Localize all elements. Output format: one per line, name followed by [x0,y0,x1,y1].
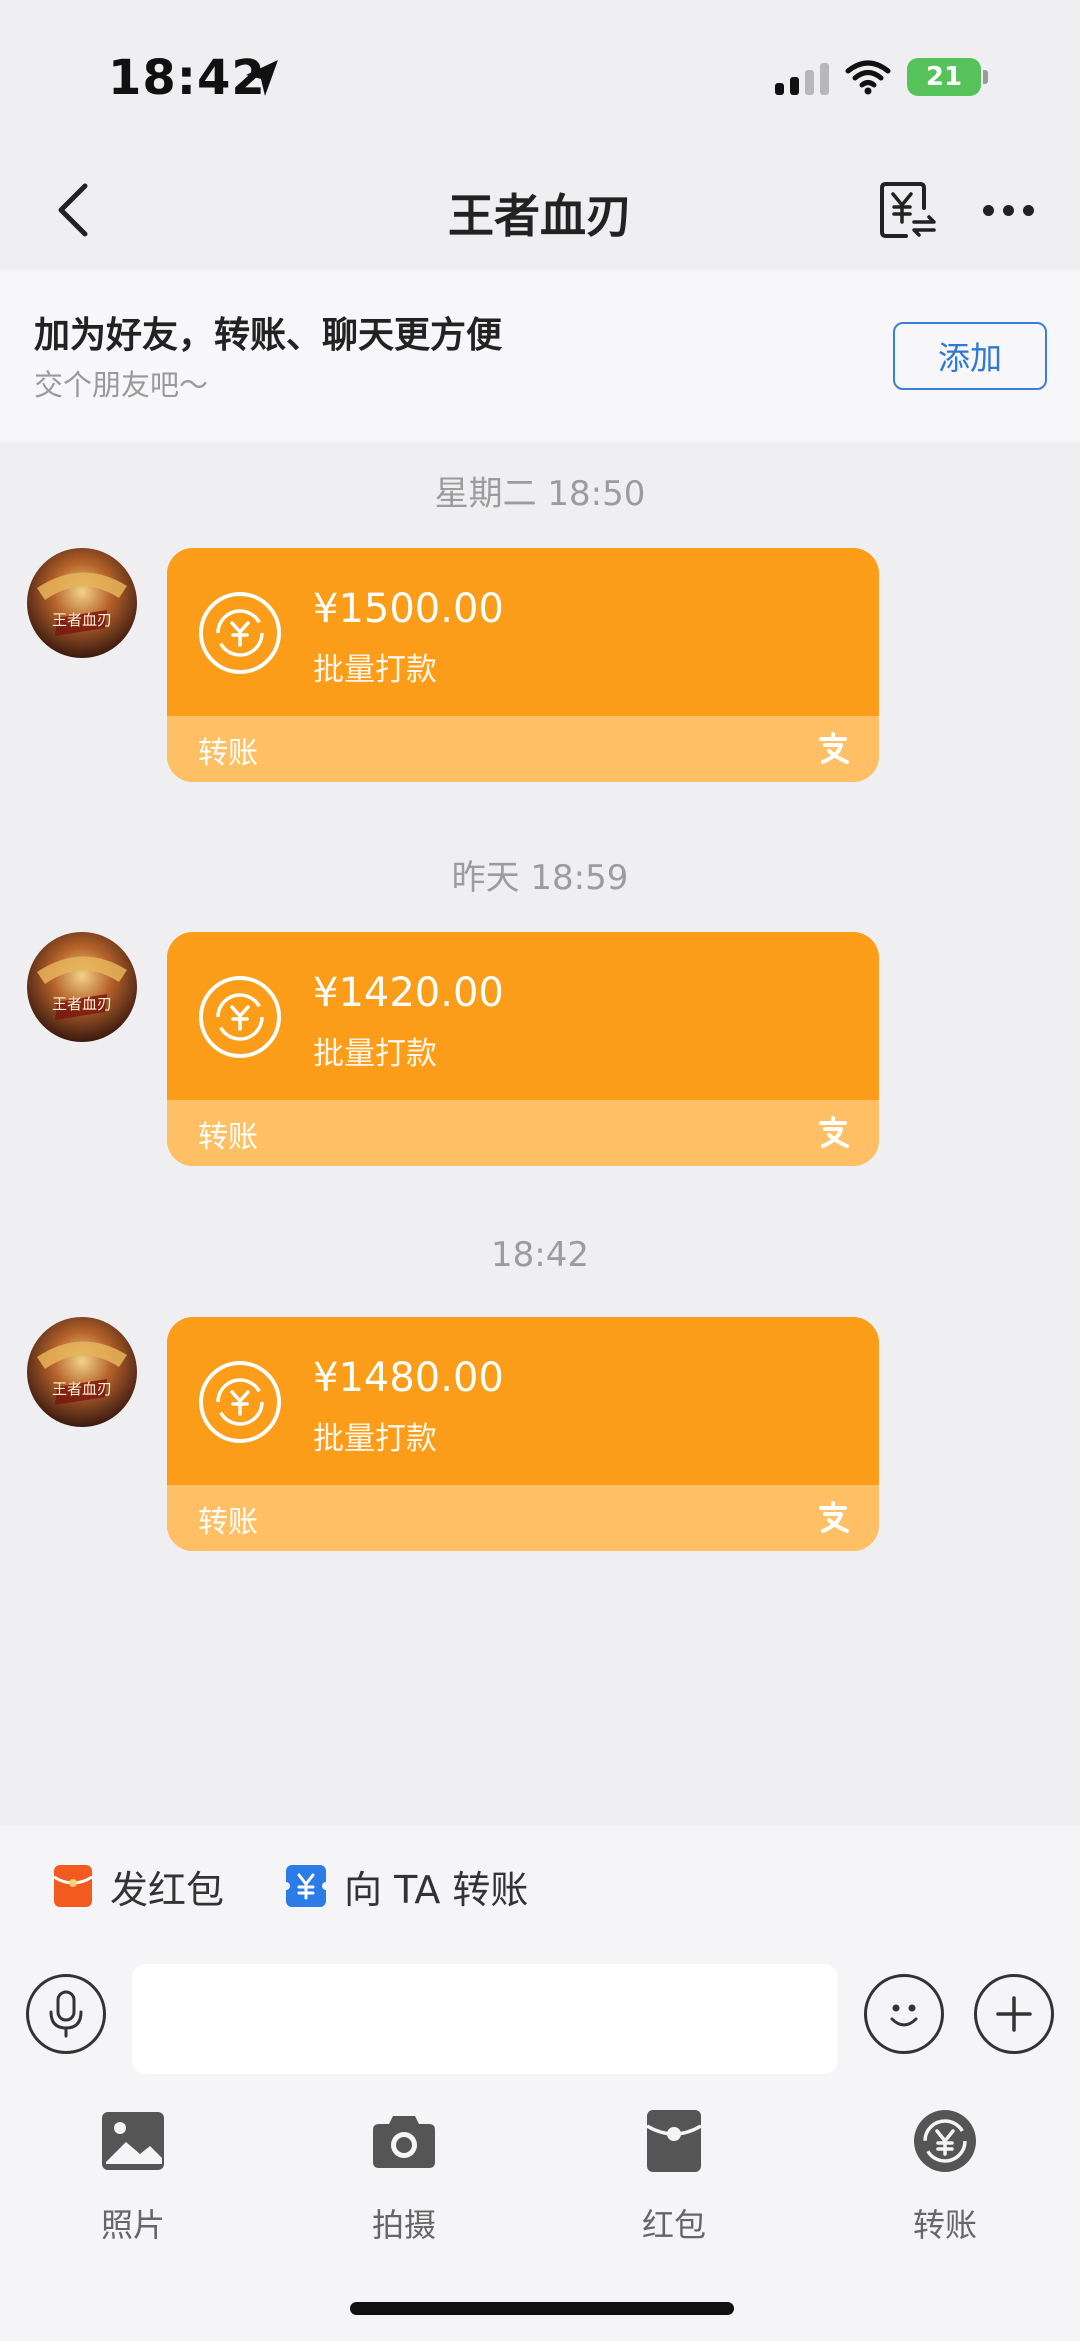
card-body: ¥1480.00 批量打款 [167,1317,879,1485]
tool-label: 照片 [100,2206,165,2244]
transfer-type-label: 转账 [198,1505,258,1540]
tool-bar: 照片 拍摄 红包 转账 [0,2108,1080,2258]
add-friend-button[interactable]: 添加 [893,322,1047,390]
dot [1002,204,1014,216]
input-row [0,1964,1080,2076]
camera-icon [373,2116,435,2168]
dot [982,204,994,216]
card-footer: 转账 [167,1100,879,1166]
message-time: 18:42 [491,1235,589,1275]
transfer-card[interactable]: ¥1500.00 批量打款 转账 [167,548,879,782]
smiley-icon [890,2004,918,2027]
tool-label: 转账 [912,2206,977,2244]
transfer-amount: ¥1480.00 [313,1355,504,1401]
avatar[interactable]: 王者血刃 [27,1317,137,1427]
message-time: 星期二 18:50 [434,474,646,514]
transfer-description: 批量打款 [313,1036,437,1072]
avatar-image: 王者血刃 [27,548,137,658]
card-footer: 转账 [167,716,879,782]
avatar-image: 王者血刃 [27,1317,137,1427]
more-options-button[interactable] [968,180,1048,240]
status-bar: 18:42 21 [0,0,1080,150]
wifi-icon [845,60,891,95]
transfer-type-label: 转账 [198,736,258,771]
card-body: ¥1500.00 批量打款 [167,548,879,716]
transfer-card[interactable]: ¥1480.00 批量打款 转账 [167,1317,879,1551]
tool-red-packet[interactable]: 红包 [584,2108,764,2258]
message-time: 昨天 18:59 [451,858,629,898]
status-indicators: 21 [775,58,988,96]
transfer-description: 批量打款 [313,652,437,688]
voice-button[interactable] [26,1974,106,2054]
avatar[interactable]: 王者血刃 [27,548,137,658]
transfer-card[interactable]: ¥1420.00 批量打款 转账 [167,932,879,1166]
avatar-text: 王者血刃 [52,1380,112,1398]
microphone-icon [49,1990,83,2038]
card-footer: 转账 [167,1485,879,1551]
dot [1022,204,1034,216]
tool-photo[interactable]: 照片 [43,2108,223,2258]
message-input[interactable] [132,1964,838,2074]
plus-icon [996,1996,1032,2032]
photo-icon [102,2112,164,2170]
avatar-text: 王者血刃 [52,995,112,1013]
banner-title: 加为好友，转账、聊天更方便 [34,315,503,356]
battery-level: 21 [907,58,981,96]
alipay-logo-icon [819,1501,849,1533]
tool-label: 拍摄 [371,2206,436,2244]
transfer-icon [914,2110,976,2172]
location-arrow-icon [246,60,278,96]
tool-label: 红包 [641,2206,706,2244]
bill-icon[interactable] [876,178,940,242]
tool-transfer[interactable]: 转账 [855,2108,1035,2258]
more-functions-button[interactable] [974,1974,1054,2054]
avatar[interactable]: 王者血刃 [27,932,137,1042]
quick-actions: 发红包 向 TA 转账 [0,1856,1080,1916]
banner-subtitle: 交个朋友吧～ [34,368,209,402]
alipay-logo-icon [819,732,849,764]
send-red-packet-button[interactable]: 发红包 [52,1856,224,1916]
transfer-yuan-icon [199,592,281,674]
transfer-type-label: 转账 [198,1120,258,1155]
red-packet-icon [646,2110,702,2172]
alipay-logo-icon [819,1116,849,1148]
transfer-to-ta-button[interactable]: 向 TA 转账 [284,1856,528,1916]
add-friend-banner: 加为好友，转账、聊天更方便 交个朋友吧～ 添加 [0,270,1080,442]
avatar-image: 王者血刃 [27,932,137,1042]
battery-icon: 21 [907,58,988,96]
tool-camera[interactable]: 拍摄 [314,2108,494,2258]
quick-action-label: 发红包 [110,1867,225,1912]
home-indicator[interactable] [350,2302,734,2315]
red-packet-icon [53,1865,93,1907]
transfer-description: 批量打款 [313,1421,437,1457]
transfer-icon [284,1865,328,1907]
avatar-text: 王者血刃 [52,611,112,629]
transfer-amount: ¥1500.00 [313,586,504,632]
composer-panel: 发红包 向 TA 转账 照片 拍摄 红包 转账 [0,1826,1080,2341]
transfer-yuan-icon [199,1361,281,1443]
card-body: ¥1420.00 批量打款 [167,932,879,1100]
nav-bar: 王者血刃 [0,150,1080,270]
transfer-yuan-icon [199,976,281,1058]
quick-action-label: 向 TA 转账 [344,1867,529,1912]
transfer-amount: ¥1420.00 [313,970,504,1016]
emoji-button[interactable] [864,1974,944,2054]
cellular-signal-icon [775,59,829,95]
